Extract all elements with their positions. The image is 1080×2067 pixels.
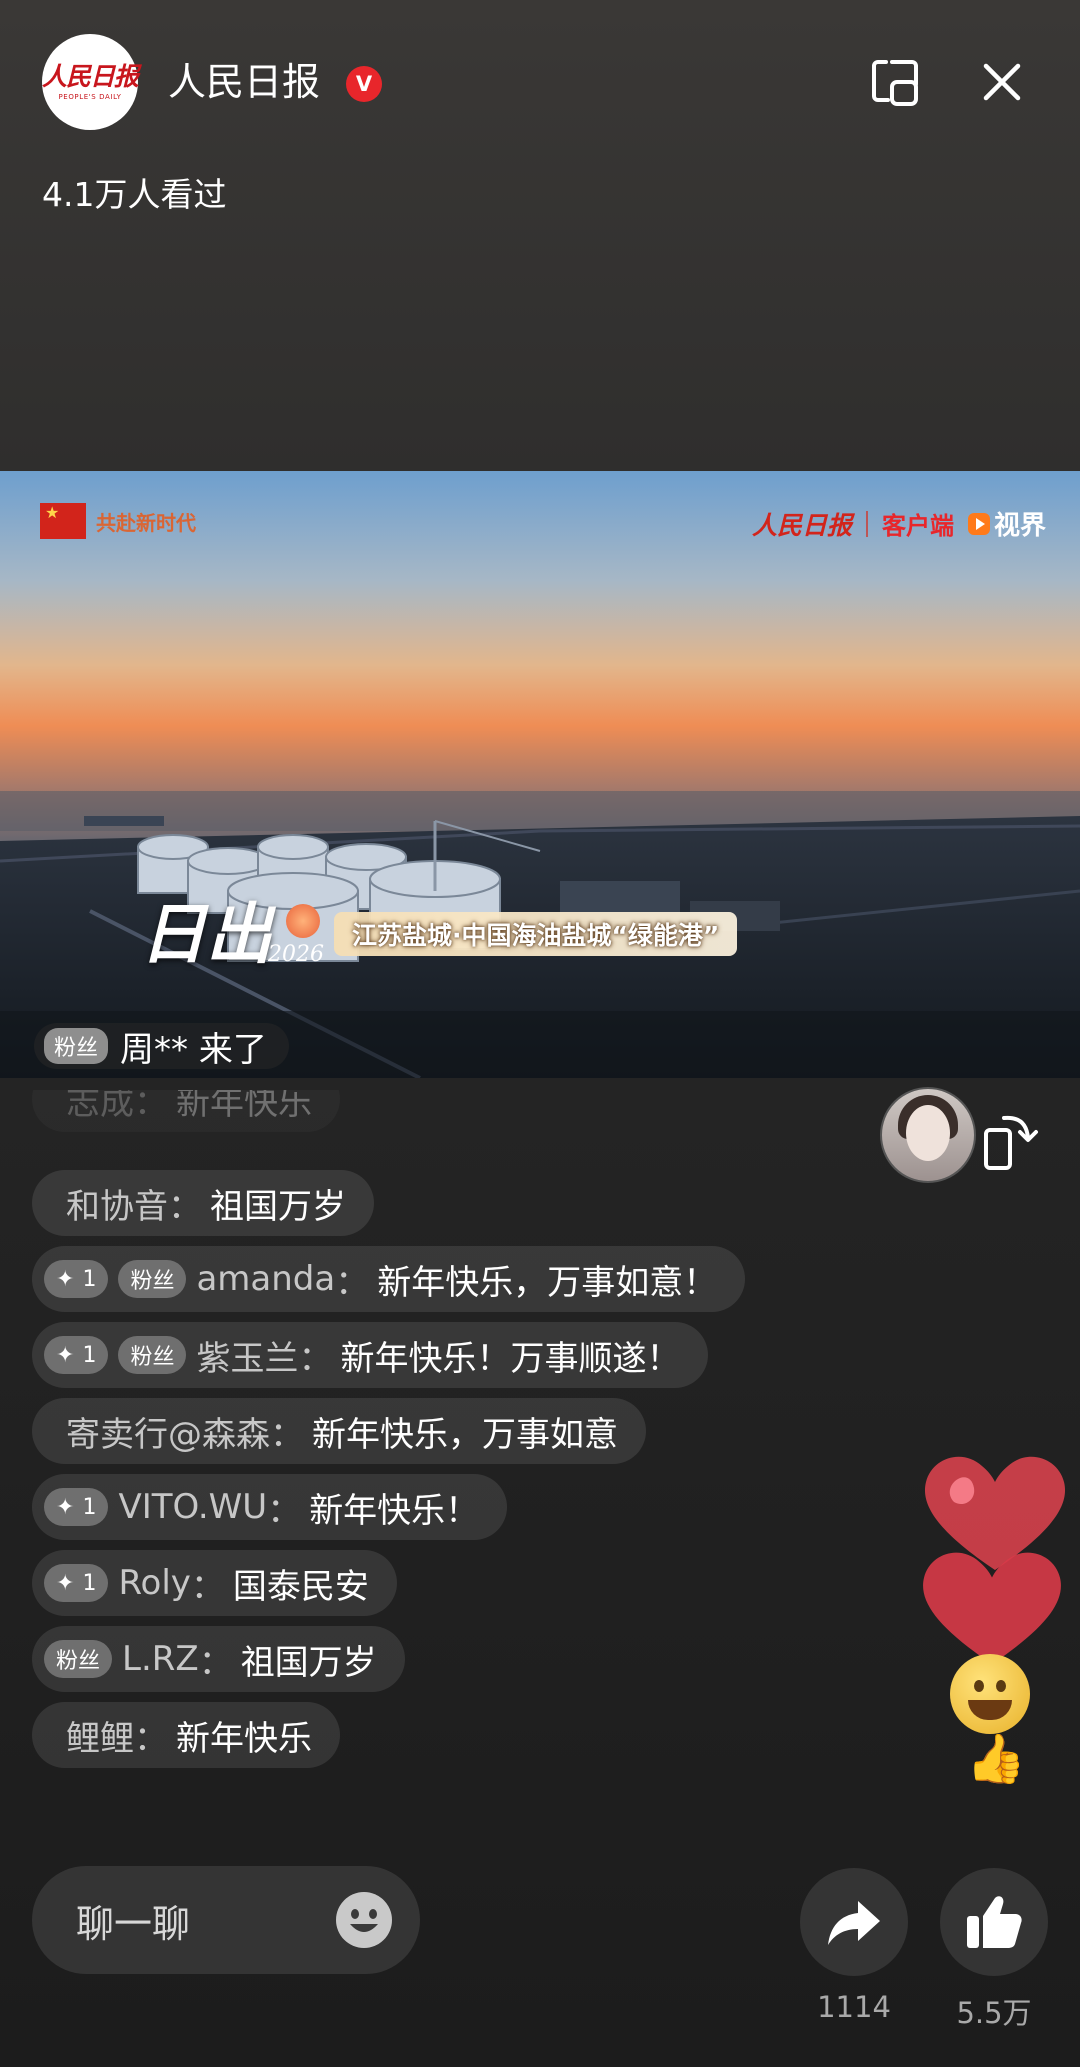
comment-user[interactable]: amanda <box>196 1259 335 1299</box>
comment-item[interactable]: ✦ 1 VITO.WU： 新年快乐！ <box>32 1474 508 1540</box>
comment-item[interactable]: 和协音： 祖国万岁 <box>32 1170 374 1236</box>
comment-item[interactable]: 粉丝 L.RZ： 祖国万岁 <box>32 1626 405 1692</box>
comment-text: 祖国万岁 <box>240 1642 377 1683</box>
caption-title: 日出 <box>140 895 272 973</box>
sun-icon <box>286 904 320 938</box>
comment-user[interactable]: L.RZ <box>122 1639 199 1679</box>
chat-input[interactable]: 聊一聊 <box>32 1866 420 1974</box>
thumbs-up-emoji-icon: 👍 <box>966 1731 1026 1787</box>
comment-user[interactable]: 寄卖行@森森 <box>66 1407 270 1456</box>
caption-year: 2026 <box>268 941 324 967</box>
china-flag-icon: ★ <box>40 503 86 539</box>
sparkle-icon: ✦ <box>56 1342 75 1368</box>
comment-item[interactable]: 鲤鲤： 新年快乐 <box>32 1702 340 1768</box>
host-avatar[interactable] <box>880 1087 976 1183</box>
rotate-screen-button[interactable] <box>982 1110 1040 1172</box>
fan-badge: 粉丝 <box>118 1336 187 1374</box>
comment-user[interactable]: 紫玉兰 <box>196 1331 298 1380</box>
comment-user[interactable]: 鲤鲤 <box>66 1711 134 1760</box>
video-caption: 日出 2026 江苏盐城·中国海油盐城“绿能港” <box>140 895 738 973</box>
comment-user[interactable]: VITO.WU <box>118 1487 267 1527</box>
sparkle-icon: ✦ <box>56 1266 75 1292</box>
channel-logo-text: 人民日报 <box>42 62 139 91</box>
thumbs-up-icon <box>967 1896 1022 1948</box>
heart-icon <box>923 1552 1061 1665</box>
watermark-client: 客户端 <box>881 512 954 540</box>
watermark-right: 人民日报 客户端 视界 <box>752 505 1046 542</box>
sparkle-icon: ✦ <box>56 1494 75 1520</box>
comment-item[interactable]: ✦ 1 Roly： 国泰民安 <box>32 1550 397 1616</box>
channel-logo-subtext: PEOPLE'S DAILY <box>58 93 122 101</box>
chat-placeholder[interactable]: 聊一聊 <box>76 1893 334 1948</box>
picture-in-picture-button[interactable] <box>868 56 920 108</box>
comment-text: 新年快乐 <box>176 1090 312 1123</box>
comment-item[interactable]: 寄卖行@森森： 新年快乐，万事如意 <box>32 1398 646 1464</box>
fan-badge: 粉丝 <box>44 1640 113 1678</box>
channel-avatar[interactable]: 人民日报 PEOPLE'S DAILY <box>42 34 139 130</box>
video-frame-sunrise-port <box>0 471 1080 1078</box>
comment-user[interactable]: 志成 <box>66 1090 134 1124</box>
watermark-shijie: 视界 <box>967 505 1046 542</box>
comment-item[interactable]: ✦ 1 粉丝 amanda： 新年快乐，万事如意！ <box>32 1246 746 1312</box>
comment-text: 国泰民安 <box>232 1566 369 1607</box>
rotate-screen-icon <box>984 1115 1038 1170</box>
channel-name[interactable]: 人民日报 <box>168 58 320 106</box>
comment-text: 新年快乐！万事顺遂！ <box>340 1338 681 1379</box>
verified-badge: V <box>346 66 382 102</box>
picture-in-picture-icon <box>872 60 918 106</box>
comment-user[interactable]: Roly <box>118 1563 190 1603</box>
watermark-shijie-text: 视界 <box>993 511 1046 541</box>
gift-badge: ✦ 1 <box>44 1336 109 1374</box>
emoji-icon[interactable] <box>334 1890 394 1950</box>
fan-badge: 粉丝 <box>44 1028 109 1064</box>
play-logo-icon <box>967 512 990 535</box>
entry-text: 周** 来了 <box>120 1029 267 1070</box>
share-count: 1114 <box>817 1990 891 2024</box>
like-count: 5.5万 <box>956 1996 1032 2030</box>
watermark-paper: 人民日报 <box>751 510 852 540</box>
comment-text: 新年快乐，万事如意！ <box>377 1262 718 1303</box>
like-button[interactable] <box>940 1868 1048 1976</box>
live-video-player[interactable]: ★ 共赴新时代 人民日报 客户端 视界 日出 2026 江苏盐城·中国海油盐城“… <box>0 471 1080 1078</box>
watermark-left: ★ 共赴新时代 <box>40 503 196 539</box>
gift-badge: ✦ 1 <box>44 1564 109 1602</box>
comment-text: 新年快乐，万事如意 <box>312 1414 618 1455</box>
comment-item[interactable]: 志成： 新年快乐 <box>32 1090 340 1132</box>
watermark-left-text: 共赴新时代 <box>96 510 196 535</box>
watermark-divider <box>865 510 868 537</box>
viewer-entry-toast: 粉丝 周** 来了 <box>34 1023 289 1070</box>
comment-list[interactable]: 志成： 新年快乐 和协音： 祖国万岁 ✦ 1 粉丝 amanda： 新年快乐，万事… <box>32 1090 852 1780</box>
gift-badge: ✦ 1 <box>44 1488 109 1526</box>
comment-text: 新年快乐！ <box>309 1490 480 1531</box>
comment-text: 祖国万岁 <box>210 1186 346 1227</box>
close-icon <box>983 63 1021 101</box>
fan-badge: 粉丝 <box>118 1260 187 1298</box>
grin-emoji-icon <box>950 1654 1030 1734</box>
host-face <box>906 1105 950 1161</box>
sparkle-icon: ✦ <box>56 1570 75 1596</box>
gift-badge: ✦ 1 <box>44 1260 109 1298</box>
viewer-count: 4.1万人看过 <box>42 175 227 214</box>
comment-user[interactable]: 和协音 <box>66 1179 168 1228</box>
comment-text: 新年快乐 <box>176 1718 312 1759</box>
comment-item[interactable]: ✦ 1 粉丝 紫玉兰： 新年快乐！万事顺遂！ <box>32 1322 709 1388</box>
share-arrow-icon <box>828 1901 880 1945</box>
share-button[interactable] <box>800 1868 908 1976</box>
caption-banner: 江苏盐城·中国海油盐城“绿能港” <box>334 912 738 956</box>
close-button[interactable] <box>978 58 1026 106</box>
